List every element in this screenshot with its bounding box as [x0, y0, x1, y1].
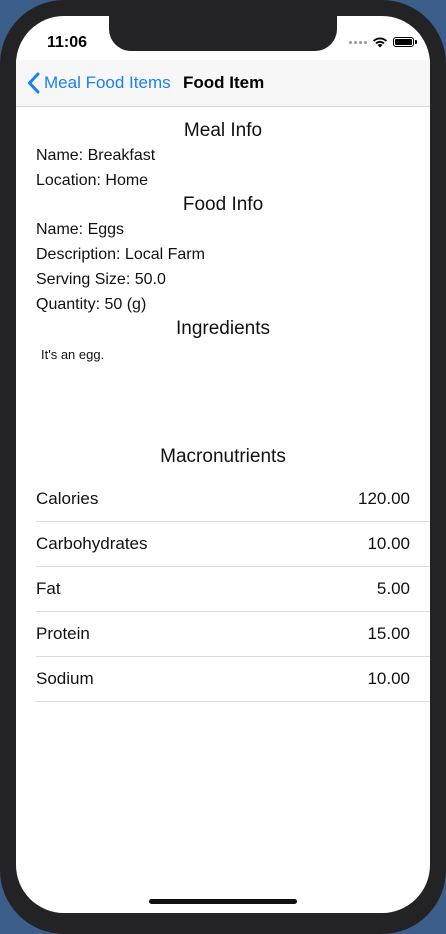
phone-frame: 11:06 Meal Food Items Food Item Meal Inf…	[0, 0, 446, 934]
food-info-heading: Food Info	[182, 194, 264, 215]
macronutrients-list: Calories 120.00 Carbohydrates 10.00 Fat …	[36, 477, 430, 702]
home-indicator[interactable]	[149, 899, 297, 904]
macro-label: Protein	[36, 624, 90, 643]
notch	[109, 16, 337, 51]
back-button[interactable]: Meal Food Items	[27, 72, 171, 94]
ingredients-text: It's an egg.	[41, 347, 105, 362]
meal-info-heading: Meal Info	[183, 120, 263, 141]
macro-value: 15.00	[367, 624, 410, 643]
battery-icon	[393, 37, 417, 47]
macro-value: 5.00	[376, 579, 410, 598]
macro-row-fat: Fat 5.00	[36, 567, 430, 612]
macro-row-carbohydrates: Carbohydrates 10.00	[36, 522, 430, 567]
macro-label: Sodium	[36, 669, 94, 688]
status-time: 11:06	[47, 34, 88, 51]
food-name: Name: Eggs	[36, 221, 125, 238]
quantity: Quantity: 50 (g)	[36, 296, 147, 313]
back-button-label: Meal Food Items	[44, 73, 171, 92]
macro-label: Carbohydrates	[36, 534, 148, 553]
macronutrients-heading: Macronutrients	[160, 446, 286, 467]
page-title: Food Item	[183, 73, 265, 92]
ingredients-heading: Ingredients	[175, 318, 270, 339]
macro-row-calories: Calories 120.00	[36, 477, 430, 522]
macro-label: Calories	[36, 489, 99, 508]
cellular-signal-icon	[349, 40, 367, 44]
macro-row-protein: Protein 15.00	[36, 612, 430, 657]
macro-value: 10.00	[367, 669, 410, 688]
meal-name: Name: Breakfast	[36, 147, 156, 164]
macro-value: 120.00	[358, 489, 410, 508]
status-indicators	[349, 36, 417, 48]
chevron-left-icon	[28, 72, 40, 94]
food-item-content: Meal Info Name: Breakfast Location: Home…	[16, 107, 430, 702]
macro-row-sodium: Sodium 10.00	[36, 657, 430, 702]
food-description: Description: Local Farm	[36, 246, 205, 263]
meal-location: Location: Home	[36, 172, 149, 189]
wifi-icon	[373, 37, 387, 48]
macro-value: 10.00	[367, 534, 410, 553]
navigation-bar: Meal Food Items Food Item	[16, 60, 430, 107]
serving-size: Serving Size: 50.0	[36, 271, 166, 288]
macro-label: Fat	[36, 579, 61, 598]
screen: 11:06 Meal Food Items Food Item Meal Inf…	[16, 16, 430, 913]
